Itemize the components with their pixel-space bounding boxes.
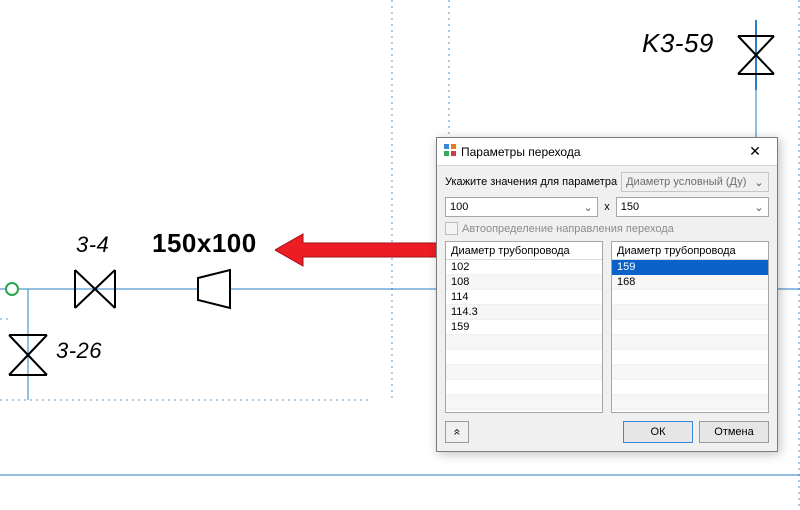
list-item [612,320,768,335]
expand-icon: « [450,429,464,436]
param-label: Укажите значения для параметра [445,176,617,188]
list-item [446,395,602,410]
right-diameter-combo[interactable]: 150 ⌄ [616,197,769,217]
dialog-title: Параметры перехода [461,145,735,159]
list-item [446,365,602,380]
right-diameter-list[interactable]: Диаметр трубопровода 159168 [611,241,769,413]
list-item [612,395,768,410]
left-diameter-combo[interactable]: 100 ⌄ [445,197,598,217]
label-3-26: 3-26 [56,338,102,364]
list-item[interactable]: 114.3 [446,305,602,320]
label-3-4: 3-4 [76,232,109,258]
list-item[interactable]: 114 [446,290,602,305]
chevron-down-icon: ⌄ [581,201,595,214]
auto-direction-label: Автоопределение направления перехода [462,223,674,235]
list-item[interactable]: 102 [446,260,602,275]
chevron-down-icon: ⌄ [752,176,766,189]
left-list-header[interactable]: Диаметр трубопровода [446,242,602,260]
param-type-value: Диаметр условный (Ду) [626,176,752,188]
close-icon: ✕ [749,143,761,160]
left-diameter-list[interactable]: Диаметр трубопровода 102108114114.3159 [445,241,603,413]
app-icon [443,143,457,160]
list-item [446,380,602,395]
list-item [612,365,768,380]
list-item[interactable]: 108 [446,275,602,290]
callout-arrow [275,232,445,268]
auto-direction-checkbox[interactable] [445,222,458,235]
cancel-button[interactable]: Отмена [699,421,769,443]
list-item [612,290,768,305]
ok-button[interactable]: ОК [623,421,693,443]
close-button[interactable]: ✕ [735,141,775,163]
list-item[interactable]: 159 [612,260,768,275]
list-item [612,380,768,395]
x-separator: x [602,201,612,213]
transition-params-dialog: Параметры перехода ✕ Укажите значения дл… [436,137,778,452]
param-type-combo[interactable]: Диаметр условный (Ду) ⌄ [621,172,769,192]
left-diameter-value: 100 [450,201,581,213]
list-item [612,305,768,320]
list-item [612,335,768,350]
label-k3-59: K3-59 [642,28,714,59]
dialog-titlebar[interactable]: Параметры перехода ✕ [437,138,777,166]
list-item [612,350,768,365]
right-diameter-value: 150 [621,201,752,213]
expand-button[interactable]: « [445,421,469,443]
right-list-header[interactable]: Диаметр трубопровода [612,242,768,260]
list-item [446,350,602,365]
label-150x100: 150x100 [152,228,257,259]
chevron-down-icon: ⌄ [752,201,766,214]
list-item[interactable]: 168 [612,275,768,290]
list-item [446,335,602,350]
list-item[interactable]: 159 [446,320,602,335]
